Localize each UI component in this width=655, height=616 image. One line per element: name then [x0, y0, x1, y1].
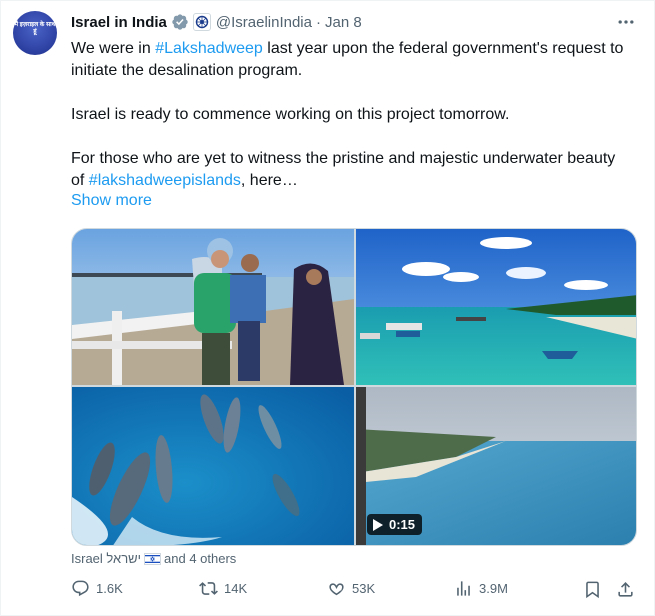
- reply-count: 1.6K: [96, 581, 123, 596]
- paragraph-3: For those who are yet to witness the pri…: [71, 148, 631, 192]
- repost-button[interactable]: 14K: [199, 579, 247, 598]
- like-count: 53K: [352, 581, 376, 596]
- reply-icon: [72, 580, 89, 597]
- affiliate-badge-icon[interactable]: [192, 13, 211, 31]
- paragraph-1: We were in #Lakshadweep last year upon t…: [71, 38, 631, 82]
- media-grid: 0:15: [71, 228, 637, 546]
- photo-lagoon-boats[interactable]: [356, 229, 636, 385]
- author-handle[interactable]: @IsraelinIndia: [216, 14, 312, 31]
- hashtag-lakshadweep[interactable]: #Lakshadweep: [155, 40, 263, 57]
- avatar-text: मैं इज़राइल के साथ हूं: [14, 22, 56, 35]
- text-segment: , here…: [240, 172, 298, 189]
- like-button[interactable]: 53K: [327, 579, 375, 598]
- views-count: 3.9M: [479, 581, 508, 596]
- bookmark-icon[interactable]: [583, 580, 602, 599]
- play-icon: [373, 518, 383, 531]
- tweet-date[interactable]: Jan 8: [325, 14, 362, 31]
- text-segment: We were in: [71, 40, 156, 57]
- show-more-link[interactable]: Show more: [71, 192, 152, 210]
- views-icon: [457, 581, 470, 596]
- photo-pier-visit[interactable]: [72, 229, 354, 385]
- tweet-card[interactable]: मैं इज़राइल के साथ हूं Israel in India @…: [0, 0, 655, 616]
- video-duration: 0:15: [389, 517, 416, 532]
- share-icon[interactable]: [616, 580, 635, 599]
- paragraph-2: Israel is ready to commence working on t…: [71, 106, 510, 123]
- verified-badge-icon[interactable]: [171, 13, 189, 31]
- repost-count: 14K: [224, 581, 248, 596]
- video-duration-badge: 0:15: [367, 514, 423, 535]
- repost-icon: [199, 582, 218, 595]
- tagged-others: and 4 others: [164, 551, 237, 566]
- israel-flag-icon: [144, 552, 162, 565]
- avatar[interactable]: मैं इज़राइल के साथ हूं: [13, 11, 57, 55]
- tagged-users[interactable]: Israel ישראל and 4 others: [71, 551, 236, 566]
- action-bar: 1.6K 14K 53K 3.9M: [71, 579, 637, 605]
- header-separator: ·: [315, 13, 321, 31]
- photo-dolphins[interactable]: [72, 387, 354, 545]
- more-icon[interactable]: [616, 12, 636, 32]
- tweet-text: We were in #Lakshadweep last year upon t…: [71, 38, 631, 192]
- hashtag-lakshadweepislands[interactable]: #lakshadweepislands: [89, 172, 241, 189]
- views-button[interactable]: 3.9M: [454, 579, 508, 598]
- tweet-header: Israel in India @IsraelinIndia · Jan 8: [71, 12, 644, 32]
- reply-button[interactable]: 1.6K: [71, 579, 123, 598]
- author-name[interactable]: Israel in India: [71, 14, 167, 31]
- video-aerial-beach[interactable]: 0:15: [356, 387, 636, 545]
- tagged-primary: Israel ישראל: [71, 551, 142, 566]
- like-icon: [329, 583, 344, 596]
